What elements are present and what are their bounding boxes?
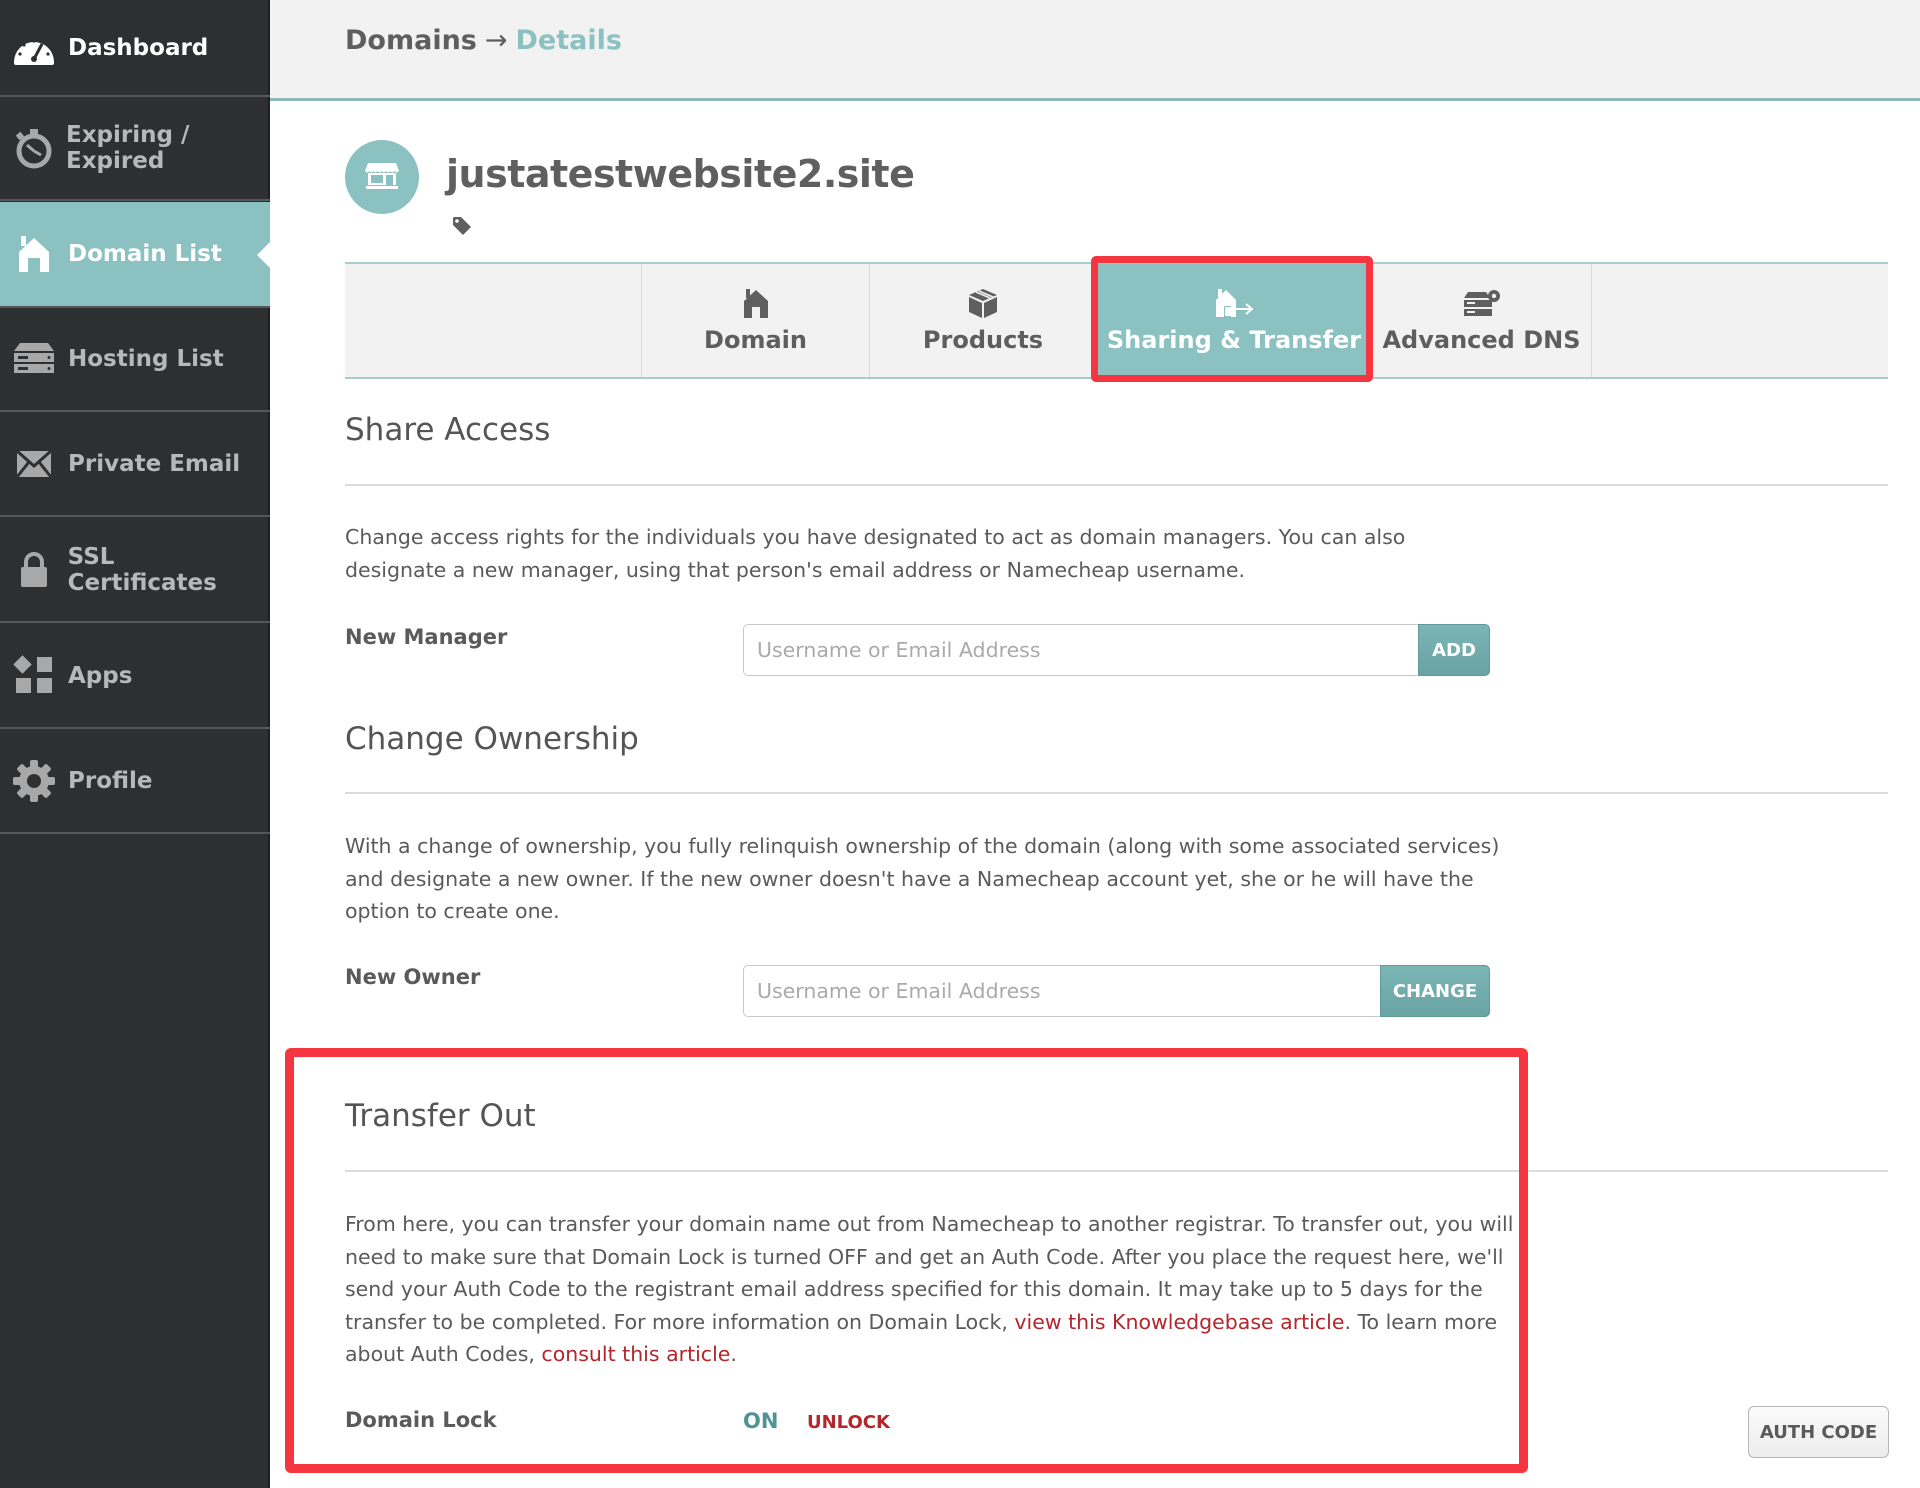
- sidebar-item-ssl-certificates[interactable]: SSL Certificates: [0, 519, 270, 623]
- top-header: Domains → Details: [270, 0, 1920, 101]
- transfer-out-text-3: .: [730, 1342, 737, 1366]
- gear-icon: [12, 759, 56, 803]
- sidebar-item-dashboard[interactable]: Dashboard: [0, 0, 270, 97]
- tab-label: Products: [922, 326, 1044, 354]
- sidebar-item-private-email[interactable]: Private Email: [0, 413, 270, 517]
- new-owner-label: New Owner: [345, 965, 481, 989]
- auth-codes-article-link[interactable]: consult this article: [541, 1342, 730, 1366]
- section-divider: [345, 484, 1888, 486]
- new-owner-input[interactable]: [743, 965, 1380, 1017]
- sidebar-item-expiring[interactable]: Expiring / Expired: [0, 97, 270, 201]
- sidebar-item-label: Expiring / Expired: [66, 122, 190, 174]
- dns-server-gear-icon: [1462, 284, 1502, 322]
- section-divider: [345, 1170, 1888, 1172]
- change-ownership-title: Change Ownership: [345, 721, 639, 757]
- tag-icon[interactable]: [452, 216, 472, 240]
- sidebar-item-domain-list[interactable]: Domain List: [0, 202, 272, 308]
- transfer-out-description: From here, you can transfer your domain …: [345, 1208, 1525, 1371]
- sidebar-item-profile[interactable]: Profile: [0, 730, 270, 834]
- change-owner-button[interactable]: CHANGE: [1380, 965, 1490, 1017]
- new-owner-group: CHANGE: [743, 965, 1490, 1017]
- knowledgebase-article-link[interactable]: view this Knowledgebase article: [1014, 1310, 1344, 1334]
- sidebar-item-apps[interactable]: Apps: [0, 625, 270, 729]
- breadcrumb-domains-link[interactable]: Domains: [345, 25, 477, 56]
- breadcrumb-arrow: →: [484, 25, 508, 56]
- domain-lock-status: ON: [743, 1409, 779, 1433]
- unlock-button[interactable]: UNLOCK: [807, 1412, 890, 1433]
- share-access-description: Change access rights for the individuals…: [345, 525, 1406, 582]
- tab-divider: [1591, 264, 1592, 377]
- domain-lock-label: Domain Lock: [345, 1408, 497, 1432]
- sidebar: Dashboard Expiring / Expired Domain List…: [0, 0, 272, 1488]
- house-icon: [12, 232, 56, 276]
- change-ownership-description: With a change of ownership, you fully re…: [345, 834, 1500, 923]
- tab-domain[interactable]: Domain: [641, 264, 869, 377]
- sidebar-item-label: Hosting List: [68, 346, 224, 372]
- section-divider: [345, 792, 1888, 794]
- sidebar-item-label: Dashboard: [68, 34, 209, 61]
- breadcrumb: Domains → Details: [345, 25, 622, 56]
- transfer-out-title: Transfer Out: [345, 1098, 536, 1134]
- sidebar-item-label: Apps: [68, 663, 133, 689]
- domain-tabs: Domain Products Sharing & Transfer Advan…: [345, 262, 1888, 379]
- domain-avatar: [345, 140, 419, 214]
- new-manager-input[interactable]: [743, 624, 1418, 676]
- new-manager-label: New Manager: [345, 625, 508, 649]
- domain-name-title: justatestwebsite2.site: [446, 152, 915, 196]
- envelope-icon: [12, 442, 56, 486]
- auth-code-button[interactable]: AUTH CODE: [1748, 1406, 1889, 1458]
- stopwatch-icon: [12, 126, 54, 170]
- new-manager-group: ADD: [743, 624, 1490, 676]
- padlock-icon: [12, 548, 56, 592]
- sidebar-item-label: Private Email: [68, 451, 241, 477]
- share-access-title: Share Access: [345, 412, 551, 448]
- box-icon: [967, 284, 999, 322]
- tab-sharing-transfer[interactable]: Sharing & Transfer: [1096, 264, 1371, 377]
- apps-grid-icon: [12, 654, 56, 698]
- house-icon: [742, 284, 770, 322]
- sidebar-item-label: SSL Certificates: [67, 544, 217, 596]
- house-transfer-icon: [1214, 284, 1254, 322]
- sidebar-item-hosting-list[interactable]: Hosting List: [0, 308, 270, 412]
- tab-products[interactable]: Products: [869, 264, 1096, 377]
- storefront-icon: [364, 160, 400, 194]
- add-manager-button[interactable]: ADD: [1418, 624, 1490, 676]
- sidebar-item-label: Domain List: [68, 241, 222, 267]
- tab-label: Advanced DNS: [1382, 326, 1581, 354]
- tab-advanced-dns[interactable]: Advanced DNS: [1371, 264, 1591, 377]
- breadcrumb-current: Details: [515, 25, 622, 56]
- tab-label: Domain: [704, 326, 807, 354]
- dashboard-gauge-icon: [12, 26, 56, 70]
- sidebar-item-label: Profile: [68, 768, 153, 794]
- tab-label: Sharing & Transfer: [1106, 326, 1362, 354]
- server-icon: [12, 337, 56, 381]
